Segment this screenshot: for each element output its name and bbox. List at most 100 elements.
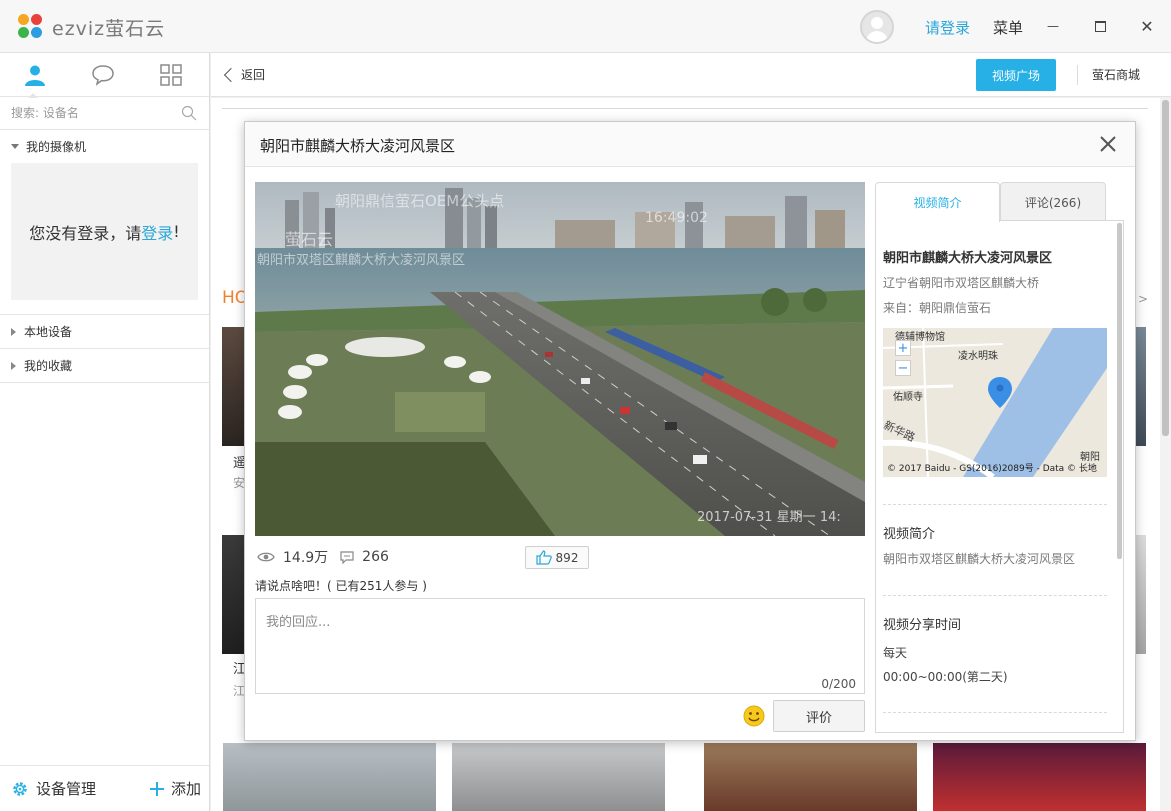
back-button[interactable]: 返回 [223, 66, 265, 83]
ezviz-mall-button[interactable]: 萤石商城 [1077, 65, 1140, 85]
tab-video-intro[interactable]: 视频简介 [875, 182, 1000, 222]
main-toolbar: 返回 视频广场 萤石商城 [211, 53, 1171, 97]
login-hint: 您没有登录，请 登录! [11, 163, 198, 300]
info-title: 朝阳市麒麟大桥大凌河风景区 [883, 251, 1053, 266]
video-detail-dialog: 朝阳市麒麟大桥大凌河风景区 朝阳鼎信萤石OEM公头点 16:49:02 萤石云 … [244, 121, 1136, 741]
caret-down-icon [11, 144, 19, 149]
reply-textarea[interactable] [256, 599, 864, 693]
map-zoom-in-button[interactable]: + [895, 340, 911, 356]
reply-box: 0/200 [255, 598, 865, 694]
tab-messages[interactable] [91, 63, 115, 87]
minimize-icon: — [1047, 19, 1059, 33]
user-avatar[interactable] [860, 10, 894, 44]
close-window-button[interactable]: ✕ [1135, 14, 1159, 38]
menu-button[interactable]: 菜单 [993, 17, 1023, 38]
tree-favorites[interactable]: 我的收藏 [0, 349, 209, 382]
video-stats: 14.9万 266 [257, 547, 389, 567]
ezviz-logo-icon [18, 14, 44, 40]
chevron-left-icon [223, 67, 239, 82]
video-info-panel: 朝阳市麒麟大桥大凌河风景区 辽宁省朝阳市双塔区麒麟大桥 来自：朝阳鼎信萤石 德辅… [875, 220, 1124, 733]
caret-right-icon [11, 327, 16, 336]
video-watermark-top: 朝阳鼎信萤石OEM公头点 [335, 192, 505, 210]
add-device-button[interactable]: 添加 [149, 778, 201, 799]
zoom-in-icon: + [897, 340, 909, 356]
info-address: 辽宁省朝阳市双塔区麒麟大桥 [883, 276, 1040, 290]
gear-icon [13, 781, 27, 796]
video-thumbnail[interactable] [223, 743, 436, 811]
sidebar-footer: 设备管理 添加 [0, 765, 209, 811]
more-arrow-icon[interactable]: > [1138, 292, 1148, 306]
device-search-input[interactable] [11, 97, 171, 128]
video-square-button[interactable]: 视频广场 [976, 59, 1056, 91]
map-copyright: © 2017 Baidu - GS(2016)2089号 - Data © 长地 [887, 464, 1097, 474]
content-divider [222, 108, 1148, 109]
search-icon[interactable] [181, 105, 197, 121]
dialog-title: 朝阳市麒麟大桥大凌河风景区 [260, 137, 456, 155]
minimize-button[interactable]: — [1041, 14, 1065, 38]
intro-heading: 视频简介 [883, 527, 936, 542]
login-link[interactable]: 请登录 [925, 17, 970, 38]
tree-my-cameras-label: 我的摄像机 [26, 140, 87, 154]
tab-apps[interactable] [159, 63, 183, 87]
video-watermark-date: 2017-07-31 星期一 14: [697, 510, 841, 525]
caret-right-icon [11, 361, 16, 370]
chat-bubble-icon [92, 65, 114, 86]
tab-comments[interactable]: 评论(266) [1000, 182, 1106, 221]
login-hint-link[interactable]: 登录 [141, 220, 173, 244]
video-thumbnail[interactable] [1136, 535, 1146, 654]
close-icon: ✕ [1140, 16, 1154, 36]
user-icon [25, 65, 45, 86]
tree-my-cameras[interactable]: 我的摄像机 [0, 130, 209, 163]
live-video-frame [255, 182, 865, 536]
map-zoom-out-button[interactable]: − [895, 360, 911, 376]
app-logo-text: ezviz萤石云 [52, 17, 166, 40]
app-logo: ezviz萤石云 [18, 13, 165, 41]
rate-button[interactable]: 评价 [773, 700, 865, 732]
tree-local-devices[interactable]: 本地设备 [0, 315, 209, 348]
device-manage-button[interactable]: 设备管理 [11, 778, 96, 799]
comment-prompt: 请说点啥吧！( 已有251人参与 ) [255, 579, 427, 593]
zoom-out-icon: − [897, 360, 909, 376]
video-watermark-time: 16:49:02 [645, 210, 708, 226]
add-device-label: 添加 [171, 780, 202, 798]
close-dialog-icon[interactable] [1097, 133, 1119, 155]
maximize-icon [1094, 20, 1106, 32]
video-thumbnail[interactable] [1136, 327, 1146, 446]
share-time-heading: 视频分享时间 [883, 618, 962, 633]
emoji-icon[interactable] [743, 705, 765, 727]
like-count: 892 [555, 550, 579, 565]
info-panel-scrollbar[interactable] [1117, 223, 1122, 559]
sidebar: 我的摄像机 您没有登录，请登录! 本地设备 我的收藏 设备管理 添加 [0, 53, 210, 811]
title-bar: ezviz萤石云 请登录 菜单 — ✕ [0, 0, 1171, 53]
login-hint-suffix: ! [173, 222, 180, 241]
video-watermark-logo: 萤石云 [285, 230, 334, 249]
device-search [0, 97, 209, 130]
info-source: 来自：朝阳鼎信萤石 [883, 301, 992, 315]
video-thumbnail[interactable] [452, 743, 665, 811]
grid-icon [160, 64, 182, 86]
map-label: 佑顺寺 [893, 392, 923, 403]
location-map[interactable]: 德辅博物馆 凌水明珠 佑顺寺 新华路 朝阳 + − © 2017 Baidu -… [883, 328, 1107, 477]
video-thumbnail[interactable] [222, 535, 245, 654]
share-day: 每天 [883, 646, 908, 660]
dialog-header: 朝阳市麒麟大桥大凌河风景区 [245, 122, 1135, 167]
video-player[interactable]: 朝阳鼎信萤石OEM公头点 16:49:02 萤石云 朝阳市双塔区麒麟大桥大凌河风… [255, 182, 865, 536]
plus-icon [150, 781, 165, 796]
char-count: 0/200 [821, 677, 856, 691]
content-scrollbar-thumb[interactable] [1162, 100, 1169, 436]
login-hint-prefix: 您没有登录，请 [29, 223, 142, 243]
back-label: 返回 [241, 68, 266, 82]
tab-user[interactable] [23, 63, 47, 87]
share-time-range: 00:00~00:00(第二天) [883, 670, 1008, 684]
maximize-button[interactable] [1088, 14, 1112, 38]
sidebar-tabs [0, 53, 209, 98]
video-thumbnail[interactable] [704, 743, 917, 811]
video-thumbnail[interactable] [222, 327, 245, 446]
comment-count: 266 [362, 549, 389, 565]
video-watermark-location: 朝阳市双塔区麒麟大桥大凌河风景区 [257, 253, 466, 268]
map-label: 凌水明珠 [958, 351, 998, 362]
video-thumbnail[interactable] [933, 743, 1146, 811]
eye-icon [257, 552, 275, 562]
tree-favorites-label: 我的收藏 [24, 359, 73, 373]
like-button[interactable]: 892 [525, 546, 589, 569]
